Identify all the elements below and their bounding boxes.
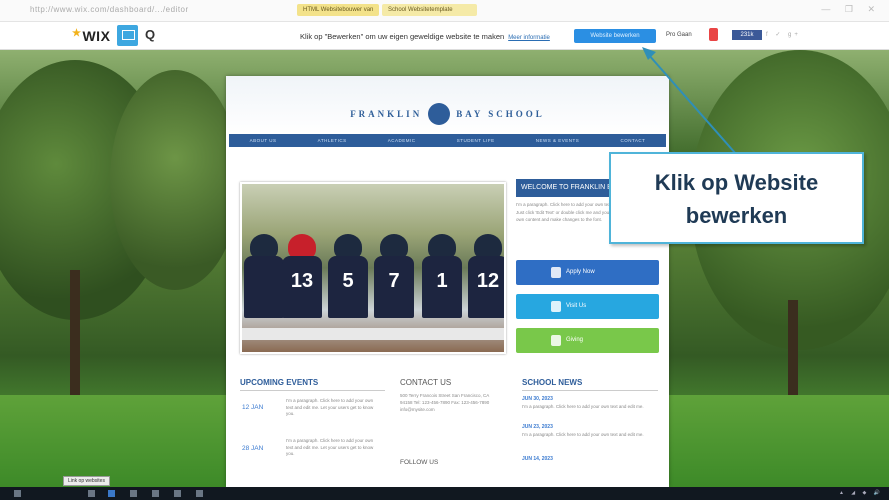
contact-details: 500 Terry Francois Street San Francisco,… xyxy=(400,393,490,412)
file-explorer-icon[interactable] xyxy=(130,490,137,497)
nav-item-news[interactable]: NEWS & EVENTS xyxy=(536,138,580,143)
divider xyxy=(240,390,385,391)
footer-columns: UPCOMING EVENTS 12 JAN I'm a paragraph. … xyxy=(226,374,669,487)
news-date[interactable]: JUN 14, 2023 xyxy=(522,456,553,462)
map-pin-icon xyxy=(551,301,561,312)
crest-icon xyxy=(428,103,451,125)
preview-icon[interactable] xyxy=(117,25,138,46)
social-share-icons[interactable]: f ✓ g+ xyxy=(766,31,801,38)
event-date: 12 JAN xyxy=(242,404,264,411)
premium-link[interactable]: Pro Gaan xyxy=(666,32,692,38)
apply-now-button[interactable]: Apply Now xyxy=(516,260,659,285)
player: 13 xyxy=(282,234,322,330)
start-icon[interactable] xyxy=(14,490,21,497)
task-view-icon[interactable] xyxy=(88,490,95,497)
edit-website-button[interactable]: Website bewerken xyxy=(574,29,656,43)
taskbar: ▲ ◢ ◆ 🔊 xyxy=(0,487,889,500)
nav-item-about[interactable]: ABOUT US xyxy=(250,138,277,143)
window-controls[interactable]: — ❐ ✕ xyxy=(821,4,881,15)
player: 12 xyxy=(468,234,504,330)
event-text[interactable]: I'm a paragraph. Click here to add your … xyxy=(286,438,381,458)
hero-photo: 13 5 7 1 12 xyxy=(240,182,506,354)
news-text: I'm a paragraph. Click here to add your … xyxy=(522,432,644,437)
player: 5 xyxy=(328,234,368,330)
address-bar[interactable]: http://www.wix.com/dashboard/.../editor xyxy=(30,5,189,14)
nav-item-contact[interactable]: CONTACT xyxy=(620,138,645,143)
upcoming-events-title: UPCOMING EVENTS xyxy=(240,378,319,387)
visit-us-button[interactable]: Visit Us xyxy=(516,294,659,319)
tree-trunk xyxy=(70,270,80,400)
follow-us-label: FOLLOW US xyxy=(400,459,439,466)
heart-icon xyxy=(551,335,561,346)
school-website: FRANKLIN BAY SCHOOL ABOUT US ATHLETICS AC… xyxy=(226,76,669,487)
taskbar-tooltip: Link op websites xyxy=(63,476,110,486)
player: 7 xyxy=(374,234,414,330)
browser-icon[interactable] xyxy=(174,490,181,497)
site-preview: FRANKLIN BAY SCHOOL ABOUT US ATHLETICS AC… xyxy=(0,50,889,487)
app-icon[interactable] xyxy=(196,490,203,497)
bench xyxy=(242,328,504,340)
news-date[interactable]: JUN 30, 2023 xyxy=(522,396,553,402)
store-icon[interactable] xyxy=(152,490,159,497)
giving-button[interactable]: Giving xyxy=(516,328,659,353)
contact-title: CONTACT US xyxy=(400,378,452,387)
facebook-like-button[interactable]: 231k xyxy=(732,30,762,40)
tab-html-builder[interactable]: HTML Websitebouwer van xyxy=(297,4,379,16)
site-logo[interactable]: FRANKLIN BAY SCHOOL xyxy=(226,103,669,126)
callout-line-2: bewerken xyxy=(685,203,788,228)
school-news-title: SCHOOL NEWS xyxy=(522,378,583,387)
divider xyxy=(522,390,658,391)
event-date: 28 JAN xyxy=(242,445,264,452)
more-info-link[interactable]: Meer informatie xyxy=(508,35,550,41)
tab-school-template[interactable]: School Websitetemplate xyxy=(382,4,477,16)
nav-item-athletics[interactable]: ATHLETICS xyxy=(318,138,347,143)
event-text[interactable]: I'm a paragraph. Click here to add your … xyxy=(286,398,381,418)
news-date[interactable]: JUN 23, 2023 xyxy=(522,424,553,430)
player: 1 xyxy=(422,234,462,330)
q-icon[interactable]: Q xyxy=(145,27,155,42)
star-icon: ★ xyxy=(72,28,82,39)
wix-toolbar: ★WIX Q Klik op "Bewerken" om uw eigen ge… xyxy=(0,22,889,50)
instruction-callout: Klik op Website bewerken xyxy=(609,152,864,244)
wix-logo[interactable]: ★WIX xyxy=(72,28,110,44)
browser-title-bar: http://www.wix.com/dashboard/.../editor … xyxy=(0,0,889,22)
tree-trunk xyxy=(788,300,798,410)
nav-item-academic[interactable]: ACADEMIC xyxy=(388,138,416,143)
system-tray[interactable]: ▲ ◢ ◆ 🔊 xyxy=(839,490,883,496)
player xyxy=(244,234,284,330)
notification-icon[interactable] xyxy=(709,28,718,41)
document-icon xyxy=(551,267,561,278)
edge-icon[interactable] xyxy=(108,490,115,497)
background-tree xyxy=(110,70,240,290)
callout-line-1: Klik op Website xyxy=(654,170,819,195)
site-nav: ABOUT US ATHLETICS ACADEMIC STUDENT LIFE… xyxy=(229,134,666,147)
news-text: I'm a paragraph. Click here to add your … xyxy=(522,404,644,409)
edit-message: Klik op "Bewerken" om uw eigen geweldige… xyxy=(300,32,550,41)
nav-item-student-life[interactable]: STUDENT LIFE xyxy=(457,138,495,143)
